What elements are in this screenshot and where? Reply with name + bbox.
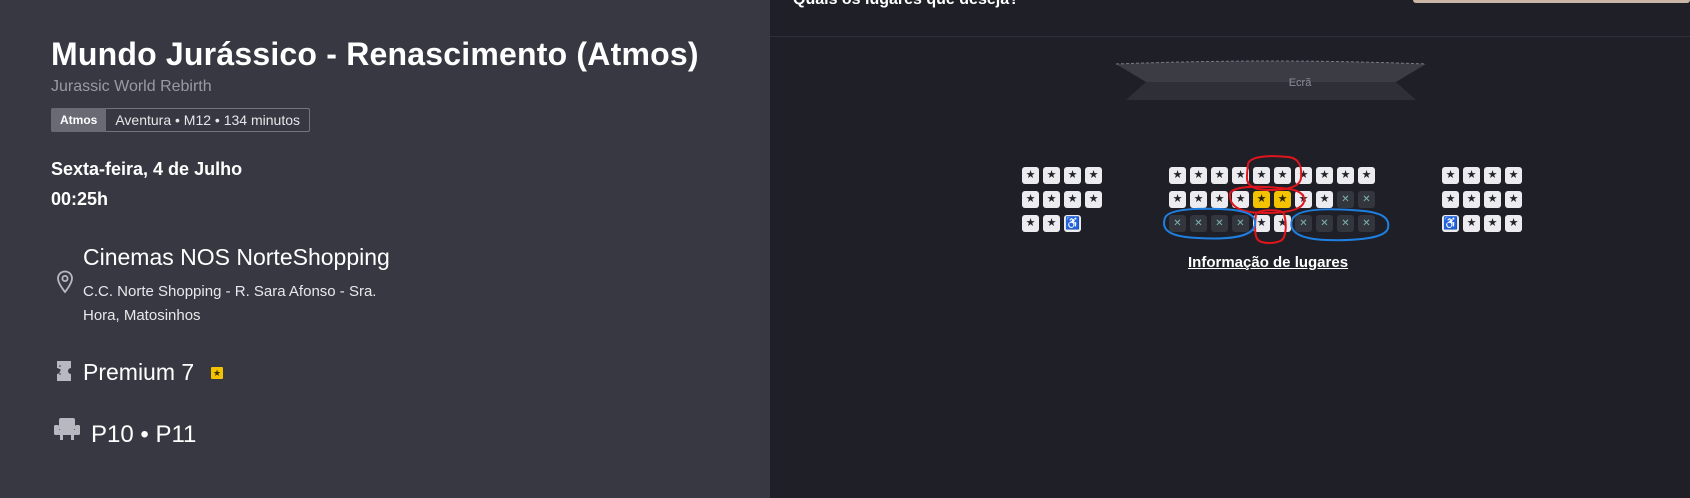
seat-selected[interactable]: ★ [1274,191,1291,208]
seat-available[interactable]: ★ [1358,167,1375,184]
seat-available[interactable]: ★ [1253,167,1270,184]
session-summary-panel: Mundo Jurássico - Renascimento (Atmos) J… [0,0,770,498]
seat-available[interactable]: ★ [1085,167,1102,184]
cinema-name: Cinemas NOS NorteShopping [83,244,390,270]
seat-wheelchair[interactable]: ♿ [1064,215,1081,232]
seat-occupied: ✕ [1316,215,1333,232]
seat-available[interactable]: ★ [1169,191,1186,208]
seat-available[interactable]: ★ [1064,191,1081,208]
room-name: Premium 7 [83,359,195,385]
seat-available[interactable]: ★ [1316,167,1333,184]
selected-seats: P10 • P11 [91,421,197,448]
seat-available[interactable]: ★ [1463,167,1480,184]
session-time: 00:25h [51,189,109,209]
seat-available[interactable]: ★ [1043,215,1060,232]
seat-available[interactable]: ★ [1463,215,1480,232]
seat-available[interactable]: ★ [1064,167,1081,184]
seat-available[interactable]: ★ [1442,167,1459,184]
seat-occupied: ✕ [1232,215,1249,232]
seat-available[interactable]: ★ [1463,191,1480,208]
seat-available[interactable]: ★ [1316,191,1333,208]
seat-available[interactable]: ★ [1442,191,1459,208]
movie-title: Mundo Jurássico - Renascimento (Atmos) [51,36,699,72]
seat-question: Quais os lugares que deseja? [793,0,1019,9]
seat-available[interactable]: ★ [1295,191,1312,208]
seat-selected[interactable]: ★ [1253,191,1270,208]
seat-available[interactable]: ★ [1505,215,1522,232]
star-badge-icon: ★ [211,367,223,379]
seat-available[interactable]: ★ [1211,191,1228,208]
seat-occupied: ✕ [1169,215,1186,232]
seat-occupied: ✕ [1337,191,1354,208]
seat-available[interactable]: ★ [1169,167,1186,184]
seat-available[interactable]: ★ [1043,167,1060,184]
seat-available[interactable]: ★ [1043,191,1060,208]
location-pin-icon [56,270,74,299]
divider [770,36,1690,37]
movie-original-title: Jurassic World Rebirth [51,78,212,95]
session-date: Sexta-feira, 4 de Julho [51,159,243,179]
movie-tags: Atmos Aventura • M12 • 134 minutos [51,108,310,132]
seat-available[interactable]: ★ [1484,167,1501,184]
seat-available[interactable]: ★ [1484,215,1501,232]
seat-occupied: ✕ [1211,215,1228,232]
cinema-address: C.C. Norte Shopping - R. Sara Afonso - S… [83,283,377,324]
ticket-icon [56,360,72,387]
seat-icon [53,417,81,446]
seat-available[interactable]: ★ [1211,167,1228,184]
screen-label: Ecrã [1288,77,1312,89]
seat-available[interactable]: ★ [1337,167,1354,184]
seat-available[interactable]: ★ [1295,167,1312,184]
seat-available[interactable]: ★ [1484,191,1501,208]
seat-available[interactable]: ★ [1085,191,1102,208]
seat-map-panel: Quais os lugares que deseja? Ecrã ★★★★★★… [770,0,1690,498]
seat-available[interactable]: ★ [1274,167,1291,184]
seat-available[interactable]: ★ [1505,191,1522,208]
seat-available[interactable]: ★ [1232,167,1249,184]
seat-available[interactable]: ★ [1022,191,1039,208]
seat-occupied: ✕ [1337,215,1354,232]
seat-wheelchair[interactable]: ♿ [1442,215,1459,232]
seat-available[interactable]: ★ [1253,215,1270,232]
seat-available[interactable]: ★ [1190,191,1207,208]
seat-available[interactable]: ★ [1190,167,1207,184]
format-tag: Atmos [51,108,107,132]
poster-thumbnail [1413,0,1690,3]
seat-available[interactable]: ★ [1505,167,1522,184]
seat-occupied: ✕ [1358,215,1375,232]
movie-info-tag: Aventura • M12 • 134 minutos [106,108,310,132]
seat-occupied: ✕ [1295,215,1312,232]
seat-info-link[interactable]: Informação de lugares [1188,254,1348,271]
seat-available[interactable]: ★ [1022,167,1039,184]
seat-available[interactable]: ★ [1274,215,1291,232]
seat-occupied: ✕ [1190,215,1207,232]
seat-available[interactable]: ★ [1232,191,1249,208]
seat-available[interactable]: ★ [1022,215,1039,232]
seat-occupied: ✕ [1358,191,1375,208]
